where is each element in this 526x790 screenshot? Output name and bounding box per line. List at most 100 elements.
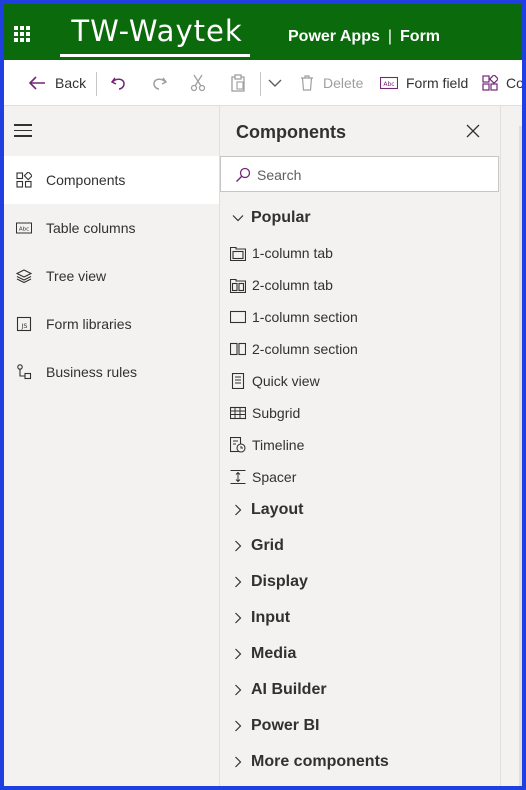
component-label: 1-column tab — [252, 245, 333, 261]
nav-item-label: Components — [46, 172, 126, 188]
nav-item-business-rules[interactable]: Business rules — [4, 348, 219, 396]
chevron-right-icon — [235, 540, 242, 552]
nav-item-label: Business rules — [46, 364, 138, 380]
paste-button[interactable] — [230, 60, 246, 106]
component-label: Quick view — [252, 373, 320, 389]
nav-item-label: Form libraries — [46, 316, 132, 332]
section-header-display[interactable]: Display — [220, 567, 500, 599]
section-label: Layout — [251, 501, 304, 518]
business-rules-icon — [17, 364, 32, 380]
svg-text:Abc: Abc — [383, 81, 394, 88]
components-panel: Components Popular 1-column tab 2-column… — [220, 106, 500, 786]
redo-icon — [153, 77, 168, 90]
component-item-1-column-tab[interactable]: 1-column tab — [220, 237, 500, 269]
trash-icon — [301, 75, 313, 91]
chevron-right-icon — [235, 612, 242, 624]
form-field-label: Form field — [406, 75, 469, 91]
section-header-layout[interactable]: Layout — [220, 495, 500, 527]
app-launcher-icon[interactable] — [14, 26, 30, 42]
chevron-down-icon — [268, 79, 282, 87]
components-icon — [482, 75, 498, 91]
logo-text: TW-Waytek — [71, 14, 243, 48]
form-canvas-edge — [500, 106, 522, 786]
nav-item-tree-view[interactable]: Tree view — [4, 252, 219, 300]
component-label: 1-column section — [252, 309, 358, 325]
search-box[interactable] — [220, 156, 499, 192]
section-header-input[interactable]: Input — [220, 603, 500, 635]
spacer-icon — [230, 469, 246, 485]
more-dropdown-button[interactable] — [268, 60, 282, 106]
close-icon[interactable] — [466, 124, 480, 138]
component-item-spacer[interactable]: Spacer — [220, 461, 500, 493]
toolbar-divider — [96, 72, 97, 96]
component-item-quick-view[interactable]: Quick view — [220, 365, 500, 397]
top-header: TW-Waytek Power Apps | Form — [4, 4, 522, 60]
undo-button[interactable] — [110, 60, 128, 106]
timeline-icon — [230, 437, 246, 453]
back-label: Back — [55, 75, 87, 91]
svg-text:Abc: Abc — [19, 227, 29, 233]
section-label: AI Builder — [251, 681, 327, 698]
section-header-popular[interactable]: Popular — [220, 203, 500, 235]
component-item-2-column-tab[interactable]: 2-column tab — [220, 269, 500, 301]
subgrid-icon — [230, 406, 246, 420]
one-column-section-icon — [230, 310, 246, 324]
nav-item-form-libraries[interactable]: JS Form libraries — [4, 300, 219, 348]
section-header-power-bi[interactable]: Power BI — [220, 711, 500, 743]
cut-button[interactable] — [190, 60, 206, 106]
back-button[interactable]: Back — [28, 60, 86, 106]
company-logo: TW-Waytek — [60, 12, 254, 57]
nav-item-label: Tree view — [46, 268, 107, 284]
back-arrow-icon — [28, 76, 45, 90]
redo-button[interactable] — [150, 60, 168, 106]
components-toolbar-label: Co — [506, 75, 522, 91]
components-icon — [16, 172, 32, 188]
section-header-grid[interactable]: Grid — [220, 531, 500, 563]
search-input[interactable] — [257, 165, 487, 185]
section-label: More components — [251, 753, 389, 770]
section-label: Input — [251, 609, 291, 626]
section-header-ai-builder[interactable]: AI Builder — [220, 675, 500, 707]
section-header-media[interactable]: Media — [220, 639, 500, 671]
panel-title: Components — [236, 122, 346, 142]
chevron-right-icon — [235, 684, 242, 696]
form-field-icon: Abc — [380, 76, 398, 90]
component-item-1-column-section[interactable]: 1-column section — [220, 301, 500, 333]
chevron-right-icon — [235, 648, 242, 660]
section-label: Grid — [251, 537, 284, 554]
nav-item-table-columns[interactable]: Abc Table columns — [4, 204, 219, 252]
form-field-button[interactable]: Abc Form field — [380, 60, 468, 106]
page-name: Form — [400, 28, 441, 45]
section-label: Media — [251, 645, 297, 662]
app-name: Power Apps — [288, 28, 380, 45]
section-header-more-components[interactable]: More components — [220, 747, 500, 779]
section-label: Power BI — [251, 717, 320, 734]
command-bar: Back Delete Abc Form field Co — [4, 60, 522, 106]
component-label: 2-column tab — [252, 277, 333, 293]
undo-icon — [110, 77, 125, 90]
js-library-icon: JS — [16, 316, 32, 332]
component-label: Subgrid — [252, 405, 301, 421]
delete-label: Delete — [323, 75, 364, 91]
scissors-icon — [190, 74, 206, 92]
nav-item-components[interactable]: Components — [4, 156, 219, 204]
chevron-right-icon — [235, 756, 242, 768]
chevron-right-icon — [235, 720, 242, 732]
components-toolbar-button[interactable]: Co — [482, 60, 522, 106]
two-column-section-icon — [230, 342, 246, 356]
section-label: Popular — [251, 209, 311, 226]
svg-text:JS: JS — [20, 322, 27, 330]
delete-button[interactable]: Delete — [300, 60, 363, 106]
nav-item-label: Table columns — [46, 220, 136, 236]
chevron-right-icon — [235, 504, 242, 516]
two-column-tab-icon — [230, 278, 246, 293]
canvas-scrollbar[interactable] — [519, 126, 522, 786]
component-item-subgrid[interactable]: Subgrid — [220, 397, 500, 429]
one-column-tab-icon — [230, 246, 246, 261]
component-item-2-column-section[interactable]: 2-column section — [220, 333, 500, 365]
component-label: Timeline — [252, 437, 305, 453]
hamburger-menu-icon[interactable] — [14, 124, 32, 138]
component-item-timeline[interactable]: Timeline — [220, 429, 500, 461]
chevron-down-icon — [232, 215, 244, 222]
tree-view-icon — [16, 269, 32, 284]
